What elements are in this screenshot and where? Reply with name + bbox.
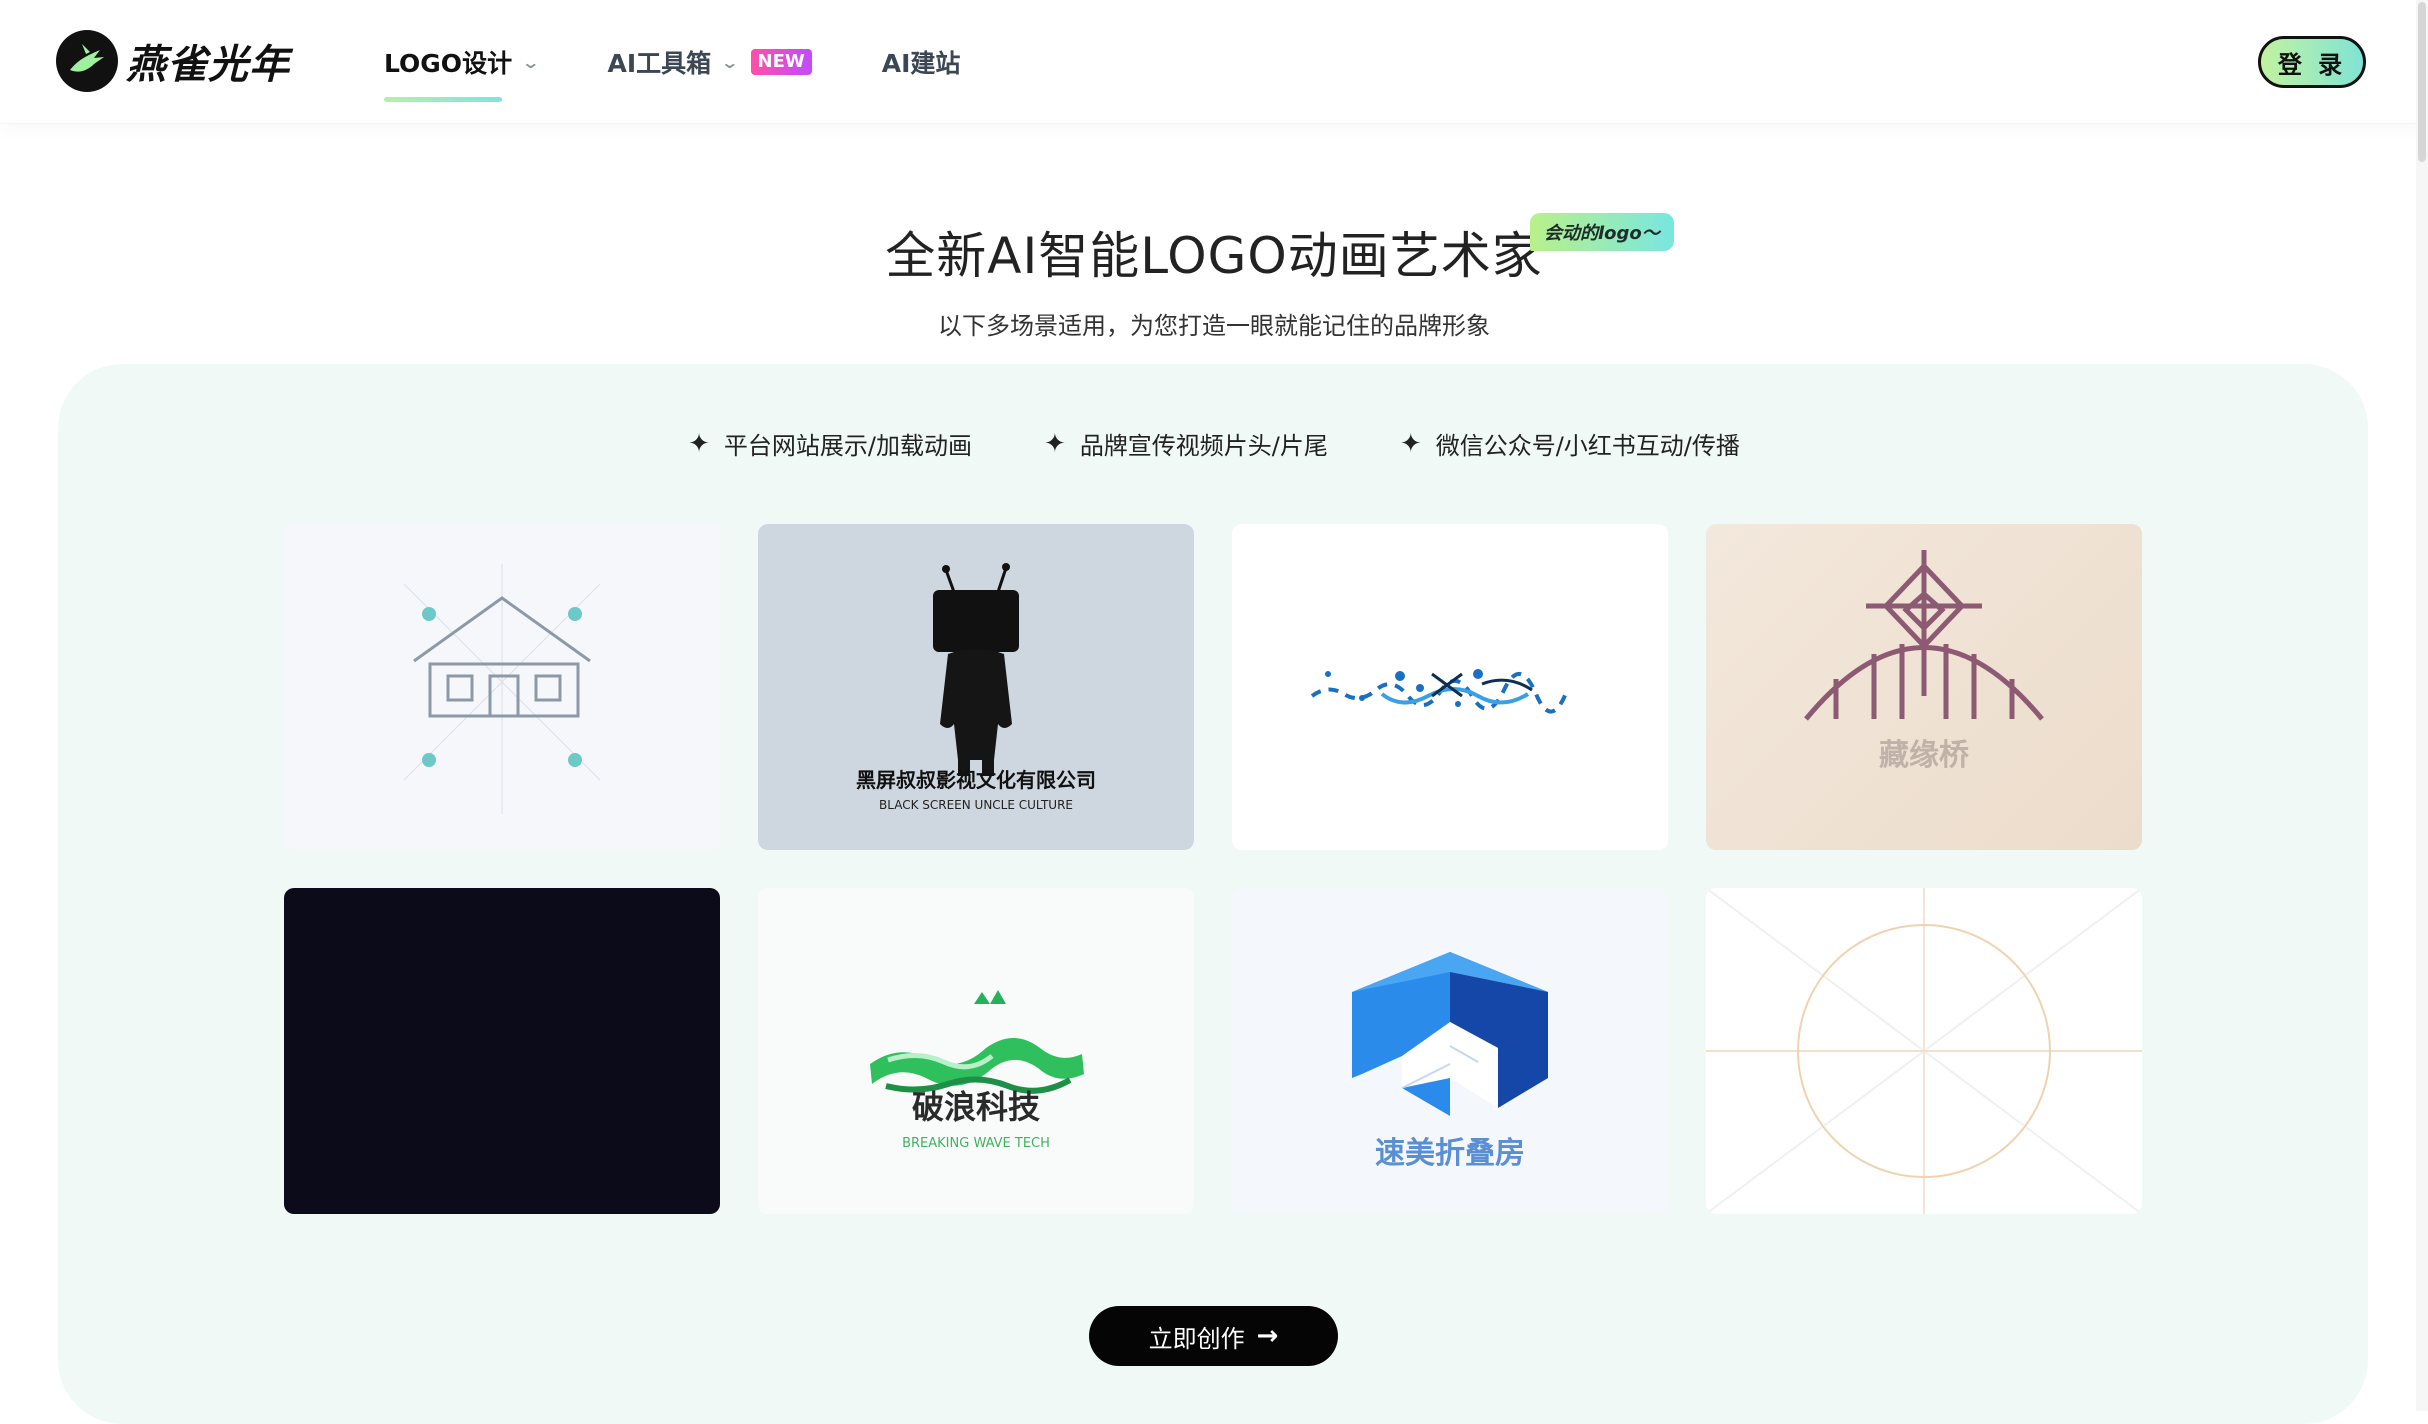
card-title: 黑屏叔叔影视文化有限公司: [856, 768, 1096, 792]
create-now-label: 立即创作: [1148, 1324, 1245, 1353]
logo-card-bridge[interactable]: 藏缘桥: [1706, 524, 2142, 850]
feature-item: ✦ 品牌宣传视频片头/片尾: [1044, 426, 1328, 461]
sparkle-icon: ✦: [688, 428, 710, 459]
wave-line-icon: [1310, 669, 1570, 714]
logo-card-fold-house[interactable]: 速美折叠房: [1232, 888, 1668, 1214]
brand-logo[interactable]: 燕雀光年: [56, 28, 290, 94]
house-logo-icon: [403, 564, 601, 814]
card-title: 藏缘桥: [1879, 738, 1969, 773]
circle-guide-icon: [1706, 888, 2142, 1214]
logo-card-house[interactable]: [284, 524, 720, 850]
page-scrollbar[interactable]: [2416, 0, 2428, 1411]
arrow-right-icon: →: [1256, 1321, 1279, 1351]
logo-animation-gallery: 黑屏叔叔影视文化有限公司 BLACK SCREEN UNCLE CULTURE: [284, 524, 2142, 1214]
logo-card-wave[interactable]: [1232, 524, 1668, 850]
swallow-logo-icon: [56, 30, 118, 92]
nav-logo-design[interactable]: LOGO设计 ⌄: [384, 44, 541, 102]
login-button[interactable]: 登 录: [2258, 36, 2366, 88]
feature-list: ✦ 平台网站展示/加载动画 ✦ 品牌宣传视频片头/片尾 ✦ 微信公众号/小红书互…: [0, 426, 2428, 461]
nav-ai-site-builder-label: AI建站: [881, 49, 961, 78]
hero-title-text: 全新AI智能LOGO动画艺术家: [885, 227, 1543, 285]
nav-ai-site-builder[interactable]: AI建站: [882, 44, 961, 80]
nav-ai-toolbox-label: AI工具箱: [607, 49, 712, 78]
feature-label: 平台网站展示/加载动画: [723, 432, 973, 460]
feature-label: 微信公众号/小红书互动/传播: [1435, 432, 1740, 460]
hero-title: 全新AI智能LOGO动画艺术家: [0, 216, 2428, 288]
sparkle-icon: ✦: [1044, 428, 1066, 459]
card-title: 速美折叠房: [1375, 1136, 1525, 1171]
logo-card-dark[interactable]: [284, 888, 720, 1214]
card-subtitle: BREAKING WAVE TECH: [902, 1136, 1050, 1151]
hero-tag: 会动的logo～: [1530, 213, 1674, 251]
main-nav: LOGO设计 ⌄ AI工具箱 ⌄ NEW AI建站: [384, 40, 1030, 102]
card-subtitle: BLACK SCREEN UNCLE CULTURE: [879, 798, 1073, 812]
green-wave-logo-icon: [870, 990, 1084, 1094]
chevron-down-icon: ⌄: [720, 52, 740, 72]
page-scrollbar-thumb[interactable]: [2418, 2, 2426, 162]
nav-logo-design-label: LOGO设计: [384, 49, 513, 78]
logo-card-wave-tech[interactable]: 破浪科技 BREAKING WAVE TECH: [758, 888, 1194, 1214]
brand-name: 燕雀光年: [126, 42, 290, 88]
chevron-down-icon: ⌄: [521, 52, 541, 72]
bridge-logo-icon: [1804, 550, 2044, 721]
logo-card-circle[interactable]: [1706, 888, 2142, 1214]
card-title: 破浪科技: [911, 1088, 1040, 1126]
nav-ai-toolbox[interactable]: AI工具箱 ⌄ NEW: [607, 44, 812, 80]
feature-label: 品牌宣传视频片头/片尾: [1079, 432, 1328, 460]
sparkle-icon: ✦: [1399, 428, 1422, 459]
create-now-button[interactable]: 立即创作 →: [1089, 1306, 1338, 1366]
feature-item: ✦ 平台网站展示/加载动画: [688, 426, 972, 461]
logo-card-tv-head[interactable]: 黑屏叔叔影视文化有限公司 BLACK SCREEN UNCLE CULTURE: [758, 524, 1194, 850]
feature-item: ✦ 微信公众号/小红书互动/传播: [1400, 426, 1740, 461]
hero-subtitle: 以下多场景适用，为您打造一眼就能记住的品牌形象: [938, 312, 1490, 340]
top-navbar: 燕雀光年 LOGO设计 ⌄ AI工具箱 ⌄ NEW AI建站 登 录: [0, 0, 2428, 124]
active-tab-indicator: [384, 97, 502, 102]
new-badge: NEW: [750, 49, 812, 75]
